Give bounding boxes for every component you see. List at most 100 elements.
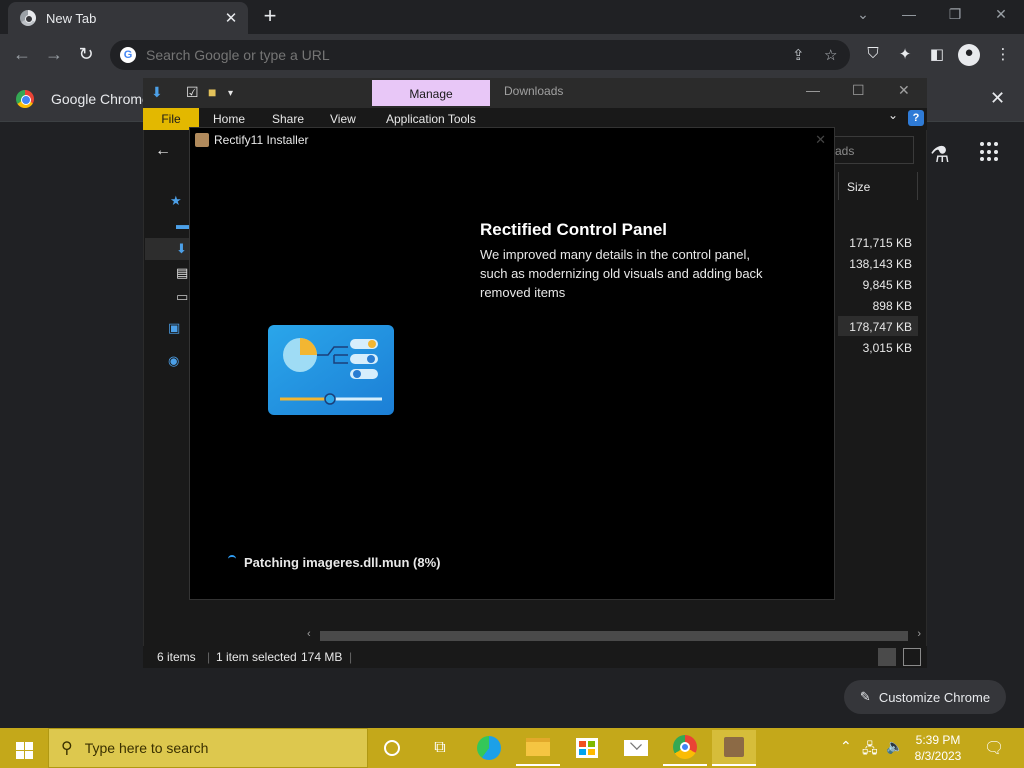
progress-spinner-icon xyxy=(228,555,236,563)
status-divider: | xyxy=(207,650,211,664)
explorer-close-button[interactable]: ✕ xyxy=(898,82,910,99)
extensions-puzzle-icon[interactable]: ✦ xyxy=(894,45,916,65)
google-g-icon: G xyxy=(120,47,136,63)
explorer-search-box[interactable]: ads xyxy=(834,136,914,164)
help-icon[interactable]: ? xyxy=(908,110,924,126)
show-hidden-icons-chevron-icon[interactable]: ⌃ xyxy=(840,738,852,755)
quick-access-dropdown-icon[interactable]: ▾ xyxy=(228,88,233,99)
edge-browser-icon[interactable] xyxy=(467,730,511,766)
size-column-header[interactable]: Size xyxy=(838,172,918,200)
customize-chrome-button[interactable]: ✎ Customize Chrome xyxy=(844,680,1006,714)
ribbon-view-tab[interactable]: View xyxy=(330,112,356,126)
tab-title: New Tab xyxy=(46,10,97,26)
file-size-cell[interactable]: 898 KB xyxy=(838,299,912,313)
download-arrow-icon[interactable]: ⬇ xyxy=(151,84,163,101)
share-icon[interactable]: ⇪ xyxy=(792,46,805,64)
installer-titlebar: Rectify11 Installer ✕ xyxy=(190,128,834,154)
forward-button[interactable]: → xyxy=(42,43,66,67)
ribbon-home-tab[interactable]: Home xyxy=(213,112,245,126)
cortana-icon[interactable] xyxy=(370,730,414,766)
notification-center-icon[interactable]: 🗨 xyxy=(984,738,1004,758)
file-size-cell[interactable]: 138,143 KB xyxy=(838,257,912,271)
tab-close-button[interactable]: ✕ xyxy=(222,9,240,27)
feature-description: We improved many details in the control … xyxy=(480,247,763,300)
chrome-logo-icon xyxy=(16,90,34,108)
properties-check-icon[interactable]: ☑ xyxy=(186,84,199,101)
scroll-right-icon[interactable]: › xyxy=(917,628,921,640)
explorer-minimize-button[interactable]: — xyxy=(806,82,820,98)
installer-box-icon xyxy=(195,133,209,147)
file-size-cell[interactable]: 9,845 KB xyxy=(838,278,912,292)
scroll-thumb[interactable] xyxy=(320,631,908,641)
windows-logo-tile xyxy=(16,751,24,759)
customize-label: Customize Chrome xyxy=(878,689,991,705)
taskbar-search-box[interactable]: ⚲ xyxy=(48,728,368,768)
chrome-labs-flask-icon[interactable]: ⚗ xyxy=(930,142,950,168)
network-icon[interactable]: ◉ xyxy=(168,353,179,369)
google-chrome-promo[interactable]: Google Chrome xyxy=(16,90,150,108)
microsoft-store-icon[interactable] xyxy=(565,730,609,766)
bookmark-star-icon[interactable]: ☆ xyxy=(824,46,837,64)
explorer-maximize-button[interactable]: ☐ xyxy=(852,82,865,99)
horizontal-scrollbar[interactable]: ‹ › xyxy=(302,628,926,644)
tab-search-chevron-icon[interactable]: ⌄ xyxy=(848,6,878,26)
google-apps-grid-icon[interactable] xyxy=(980,142,1000,162)
pictures-nav-icon[interactable]: ▭ xyxy=(176,289,188,305)
task-view-icon[interactable]: ⧉ xyxy=(418,730,462,766)
desktop-folder-icon[interactable]: ▬ xyxy=(176,217,189,232)
omnibox[interactable]: G ⇪ ☆ xyxy=(110,40,850,70)
downloads-nav-icon[interactable]: ⬇ xyxy=(176,241,187,257)
start-button[interactable] xyxy=(0,728,48,768)
chrome-taskbar-icon[interactable] xyxy=(663,730,707,766)
chrome-menu-icon[interactable]: ⋮ xyxy=(992,45,1014,65)
documents-nav-icon[interactable]: ▤ xyxy=(176,265,188,281)
volume-icon[interactable]: 🔈 xyxy=(886,738,903,755)
chrome-tab-icon xyxy=(20,10,36,26)
this-pc-icon[interactable]: ▣ xyxy=(168,320,180,336)
ribbon-expand-chevron-icon[interactable]: ⌄ xyxy=(888,108,898,122)
reload-button[interactable]: ↻ xyxy=(74,43,98,67)
promo-close-icon[interactable]: ✕ xyxy=(990,88,1005,109)
file-size-cell[interactable]: 178,747 KB xyxy=(838,320,912,334)
large-icons-view-icon[interactable] xyxy=(903,648,921,666)
minimize-button[interactable]: — xyxy=(894,6,924,26)
network-tray-icon[interactable]: 🖧 xyxy=(862,738,878,762)
quick-access-star-icon[interactable]: ★ xyxy=(170,193,182,209)
item-count: 6 items xyxy=(157,650,196,664)
selection-status: 1 item selected xyxy=(216,650,297,664)
explorer-status-bar: 6 items | 1 item selected 174 MB | xyxy=(143,646,927,668)
explorer-back-arrow-icon[interactable]: ← xyxy=(155,142,171,160)
tab-new-tab[interactable]: New Tab ✕ xyxy=(8,2,248,34)
status-divider: | xyxy=(349,650,353,664)
side-panel-icon[interactable]: ◧ xyxy=(926,45,948,65)
restore-button[interactable]: ❐ xyxy=(940,6,970,26)
new-folder-icon[interactable]: ■ xyxy=(208,84,216,100)
close-window-button[interactable]: ✕ xyxy=(986,6,1016,26)
omnibox-input[interactable] xyxy=(146,47,850,63)
search-icon: ⚲ xyxy=(61,740,73,757)
scroll-left-icon[interactable]: ‹ xyxy=(307,628,311,640)
details-view-icon[interactable] xyxy=(878,648,896,666)
taskbar-search-input[interactable] xyxy=(84,740,335,756)
ribbon-share-tab[interactable]: Share xyxy=(272,112,304,126)
installer-close-button[interactable]: ✕ xyxy=(815,132,826,148)
clock-date: 8/3/2023 xyxy=(914,749,962,763)
profile-avatar-icon[interactable]: ● xyxy=(958,44,980,66)
installer-taskbar-icon[interactable] xyxy=(712,730,756,766)
file-explorer-taskbar-icon[interactable] xyxy=(516,730,560,766)
new-tab-button[interactable]: + xyxy=(258,5,282,28)
windows-logo-tile xyxy=(25,742,33,750)
installer-title: Rectify11 Installer xyxy=(214,133,309,147)
promo-label: Google Chrome xyxy=(51,91,150,107)
ublock-extension-icon[interactable]: ⛉ xyxy=(862,45,884,65)
back-button[interactable]: ← xyxy=(10,43,34,67)
windows-logo-icon xyxy=(16,742,24,750)
mail-icon[interactable] xyxy=(614,730,658,766)
selection-size: 174 MB xyxy=(301,650,343,664)
file-size-cell[interactable]: 3,015 KB xyxy=(838,341,912,355)
feature-title: Rectified Control Panel xyxy=(480,220,668,239)
ribbon-application-tools-tab[interactable]: Application Tools xyxy=(386,112,476,126)
clock[interactable]: 5:39 PM 8/3/2023 xyxy=(908,732,968,764)
file-size-cell[interactable]: 171,715 KB xyxy=(838,236,912,250)
manage-tab[interactable]: Manage xyxy=(372,80,490,106)
